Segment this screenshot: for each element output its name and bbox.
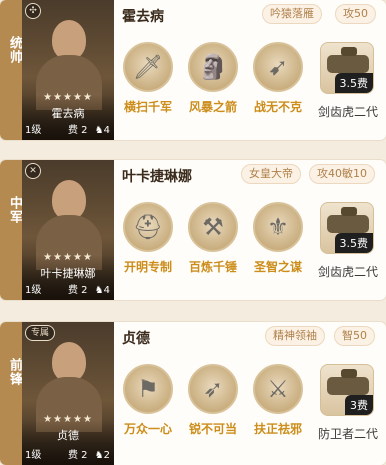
portrait-name: 贞德 <box>57 429 79 442</box>
position-strip <box>0 0 22 140</box>
skill-slot[interactable]: ⚒ 百炼千锤 <box>185 202 241 275</box>
level-label: 1级 <box>25 285 42 296</box>
horse-icon: ♞ <box>94 285 104 296</box>
level-label: 1级 <box>25 450 42 461</box>
arrow-burst-icon: ➹ <box>267 53 289 81</box>
horse-icon: ♞ <box>94 125 104 136</box>
troop-count: ♞4 <box>94 285 110 296</box>
skill-slot[interactable]: ⚔ 扶正祛邪 <box>250 364 306 437</box>
banner-soldier-icon: ⚑ <box>137 375 159 403</box>
circle-emblem-icon: ✣ <box>25 3 41 19</box>
skill-slot[interactable]: ➶ 锐不可当 <box>185 364 241 437</box>
skill-slot[interactable]: ⚑ 万众一心 <box>120 364 176 437</box>
unit-cost-badge: 3费 <box>345 395 373 415</box>
position-label: 前锋 <box>7 358 22 386</box>
position-strip <box>0 160 22 300</box>
skill-label: 扶正祛邪 <box>253 422 302 436</box>
portrait-name: 霍去病 <box>51 107 85 120</box>
stat-tag: 攻40敏10 <box>309 164 375 184</box>
skill-label: 万众一心 <box>123 422 172 436</box>
skill-label: 战无不克 <box>253 100 302 114</box>
unit-cost-badge: 3.5费 <box>334 233 373 253</box>
helmet-icon: ⛑ <box>132 213 164 241</box>
position-label: 统帅 <box>7 36 22 64</box>
spear-rack-icon: 🗡 <box>132 53 164 81</box>
unit-slot[interactable]: 3费 <box>320 364 374 416</box>
star-rating: ★★★★★ <box>43 414 93 425</box>
cost-label: 费 2 <box>68 450 88 461</box>
unit-name: 防卫者二代 <box>318 427 379 441</box>
general-portrait[interactable]: ✕ ★★★★★ 叶卡捷琳娜 1级 费 2 ♞4 <box>22 160 114 300</box>
skill-slot[interactable]: ⛑ 开明专制 <box>120 202 176 275</box>
skill-slot[interactable]: ⚜ 圣智之谋 <box>250 202 306 275</box>
position-strip <box>0 322 22 465</box>
skill-label: 锐不可当 <box>188 422 237 436</box>
skill-slot[interactable]: 🗿 风暴之箭 <box>185 42 241 115</box>
general-portrait[interactable]: 专属 ★★★★★ 贞德 1级 费 2 ♞2 <box>22 322 114 465</box>
star-rating: ★★★★★ <box>43 252 93 263</box>
skill-label: 风暴之箭 <box>188 100 237 114</box>
star-rating: ★★★★★ <box>43 92 93 103</box>
swordsman-icon: ⚔ <box>267 375 289 403</box>
cost-label: 费 2 <box>68 285 88 296</box>
level-label: 1级 <box>25 125 42 136</box>
troop-count: ♞2 <box>94 450 110 461</box>
skill-label: 圣智之谋 <box>253 260 302 274</box>
stat-tag: 攻50 <box>335 4 376 24</box>
general-name: 叶卡捷琳娜 <box>122 169 192 185</box>
specialty-tag-icon: 专属 <box>25 325 55 341</box>
general-portrait[interactable]: ✣ ★★★★★ 霍去病 1级 费 2 ♞4 <box>22 0 114 140</box>
unit-cost-badge: 3.5费 <box>334 73 373 93</box>
statue-icon: 🗿 <box>198 53 228 81</box>
general-card[interactable]: 前锋 专属 ★★★★★ 贞德 1级 费 2 ♞2 贞德 精神领袖 智50 ⚑ 万… <box>0 322 386 465</box>
portrait-name: 叶卡捷琳娜 <box>40 267 96 280</box>
troop-count: ♞4 <box>94 125 110 136</box>
tank-icon <box>327 47 369 73</box>
arrow-volley-icon: ➶ <box>202 375 224 403</box>
council-icon: ⚜ <box>267 213 289 241</box>
trait-tag: 精神领袖 <box>265 326 325 346</box>
unit-name: 剑齿虎二代 <box>318 265 379 279</box>
stat-tag: 智50 <box>334 326 375 346</box>
general-card[interactable]: 中军 ✕ ★★★★★ 叶卡捷琳娜 1级 费 2 ♞4 叶卡捷琳娜 女皇大帝 攻4… <box>0 160 386 300</box>
trait-tag: 吟猿落雁 <box>262 4 322 24</box>
tank-icon <box>327 207 369 233</box>
horse-icon: ♞ <box>94 450 104 461</box>
unit-slot[interactable]: 3.5费 <box>320 202 374 254</box>
unit-slot[interactable]: 3.5费 <box>320 42 374 94</box>
general-name: 霍去病 <box>122 9 164 25</box>
anvil-icon: ⚒ <box>202 213 224 241</box>
tank-icon <box>327 369 369 395</box>
position-label: 中军 <box>7 196 22 224</box>
crossed-swords-icon: ✕ <box>25 163 41 179</box>
general-card[interactable]: 统帅 ✣ ★★★★★ 霍去病 1级 费 2 ♞4 霍去病 吟猿落雁 攻50 🗡 … <box>0 0 386 140</box>
skill-label: 百炼千锤 <box>188 260 237 274</box>
skill-slot[interactable]: 🗡 横扫千军 <box>120 42 176 115</box>
skill-label: 开明专制 <box>123 260 172 274</box>
trait-tag: 女皇大帝 <box>241 164 301 184</box>
skill-label: 横扫千军 <box>123 100 172 114</box>
cost-label: 费 2 <box>68 125 88 136</box>
unit-name: 剑齿虎二代 <box>318 105 379 119</box>
skill-slot[interactable]: ➹ 战无不克 <box>250 42 306 115</box>
general-name: 贞德 <box>122 331 150 347</box>
